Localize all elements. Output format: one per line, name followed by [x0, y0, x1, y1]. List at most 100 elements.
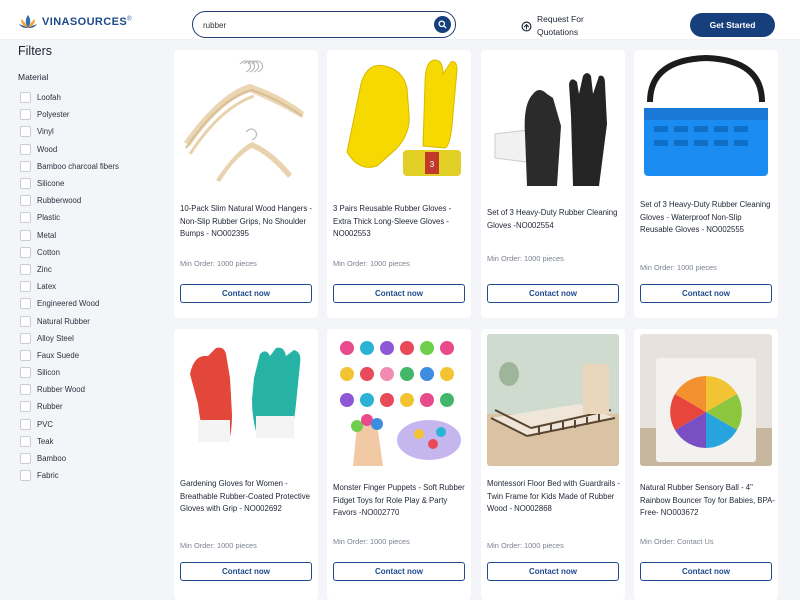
material-filter-item[interactable]: Teak: [20, 433, 119, 450]
product-title[interactable]: 10-Pack Slim Natural Wood Hangers - Non-…: [180, 203, 316, 241]
material-filter-item[interactable]: Silicone: [20, 175, 119, 192]
material-filter-item[interactable]: Cotton: [20, 244, 119, 261]
product-card[interactable]: Monster Finger Puppets - Soft Rubber Fid…: [327, 329, 471, 600]
material-filter-item[interactable]: Silicon: [20, 364, 119, 381]
material-label: Wood: [37, 144, 58, 154]
request-for-quotations-link[interactable]: Request For Quotations: [521, 13, 597, 39]
material-filter-item[interactable]: Rubberwood: [20, 192, 119, 209]
material-label: Metal: [37, 230, 57, 240]
brand-logo[interactable]: VINASOURCES®: [18, 14, 132, 30]
material-checkbox[interactable]: [20, 109, 31, 121]
material-filter-item[interactable]: Natural Rubber: [20, 312, 119, 329]
product-title[interactable]: Montessori Floor Bed with Guardrails - T…: [487, 478, 623, 516]
contact-now-button[interactable]: Contact now: [333, 562, 465, 581]
material-filter-item[interactable]: Rubber: [20, 398, 119, 415]
product-image-hangers[interactable]: [180, 54, 312, 186]
material-checkbox[interactable]: [20, 92, 31, 104]
material-filter-item[interactable]: Faux Suede: [20, 347, 119, 364]
search-icon: [438, 20, 447, 29]
product-title[interactable]: Monster Finger Puppets - Soft Rubber Fid…: [333, 482, 469, 520]
material-filter-list: Loofah Polyester Vinyl Wood Bamboo charcoal …: [20, 89, 119, 484]
contact-now-button[interactable]: Contact now: [180, 284, 312, 303]
material-checkbox[interactable]: [20, 401, 31, 413]
material-checkbox[interactable]: [20, 349, 31, 361]
material-checkbox[interactable]: [20, 143, 31, 155]
material-checkbox[interactable]: [20, 178, 31, 190]
product-title[interactable]: 3 Pairs Reusable Rubber Gloves - Extra T…: [333, 203, 469, 241]
material-checkbox[interactable]: [20, 246, 31, 258]
material-checkbox[interactable]: [20, 435, 31, 447]
material-checkbox[interactable]: [20, 367, 31, 379]
product-image-black-gloves[interactable]: [487, 54, 619, 186]
product-image-blue-basket[interactable]: [640, 54, 772, 186]
material-checkbox[interactable]: [20, 281, 31, 293]
material-filter-item[interactable]: Metal: [20, 227, 119, 244]
material-label: Loofah: [37, 93, 61, 103]
material-checkbox[interactable]: [20, 453, 31, 465]
material-checkbox[interactable]: [20, 195, 31, 207]
material-filter-item[interactable]: PVC: [20, 416, 119, 433]
product-min-order: Min Order: 1000 pieces: [333, 537, 410, 546]
material-checkbox[interactable]: [20, 298, 31, 310]
material-checkbox[interactable]: [20, 263, 31, 275]
product-title[interactable]: Natural Rubber Sensory Ball - 4" Rainbow…: [640, 482, 776, 520]
material-checkbox[interactable]: [20, 332, 31, 344]
product-title[interactable]: Set of 3 Heavy-Duty Rubber Cleaning Glov…: [487, 207, 623, 232]
brand-name: VINASOURCES®: [42, 16, 132, 28]
search-button[interactable]: [434, 16, 451, 33]
product-card[interactable]: Set of 3 Heavy-Duty Rubber Cleaning Glov…: [481, 50, 625, 318]
contact-now-button[interactable]: Contact now: [487, 562, 619, 581]
search-bar: [192, 11, 456, 38]
material-label: Faux Suede: [37, 350, 80, 360]
material-checkbox[interactable]: [20, 212, 31, 224]
material-checkbox[interactable]: [20, 315, 31, 327]
material-filter-item[interactable]: Loofah: [20, 89, 119, 106]
material-label: Bamboo charcoal fibers: [37, 161, 119, 171]
material-label: Alloy Steel: [37, 333, 74, 343]
product-image-finger-puppets[interactable]: [333, 334, 465, 466]
material-filter-item[interactable]: Alloy Steel: [20, 330, 119, 347]
material-checkbox[interactable]: [20, 470, 31, 482]
material-checkbox[interactable]: [20, 229, 31, 241]
material-checkbox[interactable]: [20, 160, 31, 172]
product-image-gardening-gloves[interactable]: [180, 334, 312, 466]
product-card[interactable]: 10-Pack Slim Natural Wood Hangers - Non-…: [174, 50, 318, 318]
contact-now-button[interactable]: Contact now: [640, 284, 772, 303]
rfq-line-2: Quotations: [537, 27, 579, 37]
product-image-sensory-ball[interactable]: [640, 334, 772, 466]
product-card[interactable]: Natural Rubber Sensory Ball - 4" Rainbow…: [634, 329, 778, 600]
product-card[interactable]: 3 3 Pairs Reusable Rubber Gloves - Extra…: [327, 50, 471, 318]
contact-now-button[interactable]: Contact now: [180, 562, 312, 581]
material-filter-item[interactable]: Rubber Wood: [20, 381, 119, 398]
material-filter-item[interactable]: Bamboo charcoal fibers: [20, 158, 119, 175]
product-card[interactable]: Montessori Floor Bed with Guardrails - T…: [481, 329, 625, 600]
material-filter-item[interactable]: Fabric: [20, 467, 119, 484]
material-filter-item[interactable]: Wood: [20, 141, 119, 158]
product-min-order: Min Order: Contact Us: [640, 537, 714, 546]
material-checkbox[interactable]: [20, 126, 31, 138]
material-checkbox[interactable]: [20, 418, 31, 430]
material-filter-item[interactable]: Bamboo: [20, 450, 119, 467]
get-started-button[interactable]: Get Started: [690, 13, 775, 37]
product-title[interactable]: Gardening Gloves for Women - Breathable …: [180, 478, 316, 516]
material-label: Natural Rubber: [37, 316, 90, 326]
product-card[interactable]: Gardening Gloves for Women - Breathable …: [174, 329, 318, 600]
material-filter-item[interactable]: Latex: [20, 278, 119, 295]
contact-now-button[interactable]: Contact now: [640, 562, 772, 581]
contact-now-button[interactable]: Contact now: [487, 284, 619, 303]
material-filter-item[interactable]: Vinyl: [20, 123, 119, 140]
material-filter-item[interactable]: Plastic: [20, 209, 119, 226]
material-label: Latex: [37, 282, 57, 292]
search-input[interactable]: [203, 17, 433, 33]
contact-now-button[interactable]: Contact now: [333, 284, 465, 303]
material-filter-item[interactable]: Polyester: [20, 106, 119, 123]
product-title[interactable]: Set of 3 Heavy-Duty Rubber Cleaning Glov…: [640, 199, 776, 237]
product-card[interactable]: Set of 3 Heavy-Duty Rubber Cleaning Glov…: [634, 50, 778, 318]
material-filter-item[interactable]: Zinc: [20, 261, 119, 278]
blue-basket-image: [644, 54, 768, 176]
product-image-floor-bed[interactable]: [487, 334, 619, 466]
yellow-gloves-image: 3: [346, 59, 461, 176]
material-checkbox[interactable]: [20, 384, 31, 396]
product-image-yellow-gloves[interactable]: 3: [333, 54, 465, 186]
material-filter-item[interactable]: Engineered Wood: [20, 295, 119, 312]
